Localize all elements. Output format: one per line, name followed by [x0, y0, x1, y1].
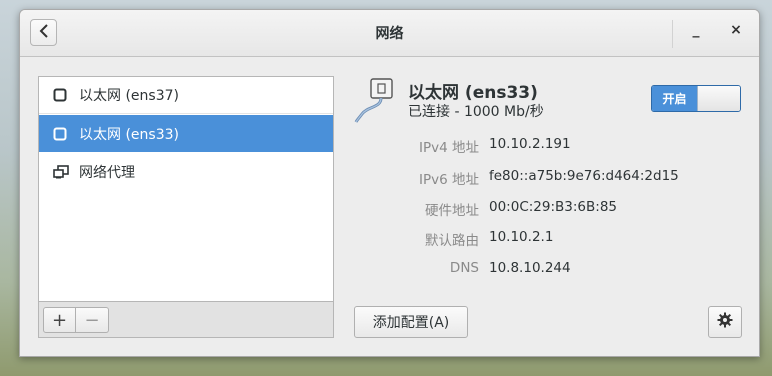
detail-label: IPv6 地址: [419, 172, 479, 188]
toggle-on-label: 开启: [652, 86, 697, 111]
proxy-icon: [53, 164, 69, 179]
list-toolbar: + −: [38, 302, 334, 338]
ethernet-cable-icon: [354, 76, 406, 124]
detail-value: fe80::a75b:9e76:d464:2d15: [489, 168, 679, 184]
close-button[interactable]: ×: [726, 22, 746, 42]
connection-list: 以太网 (ens37) 以太网 (ens33) 网络代理: [38, 76, 334, 302]
detail-label: 硬件地址: [425, 203, 479, 219]
detail-label: DNS: [449, 260, 479, 276]
list-item-label: 以太网 (ens33): [79, 126, 179, 143]
detail-value: 10.10.2.1: [489, 229, 554, 245]
detail-row-ipv4: IPv4 地址 10.10.2.191: [360, 136, 759, 156]
toggle-knob[interactable]: [697, 86, 740, 111]
ethernet-icon: [53, 127, 67, 141]
detail-value: 10.8.10.244: [489, 260, 571, 276]
ethernet-icon: [53, 88, 67, 102]
gear-icon: [717, 312, 733, 333]
list-item-ens37[interactable]: 以太网 (ens37): [39, 77, 333, 114]
titlebar-separator: [672, 20, 673, 48]
device-status: 已连接 - 1000 Mb/秒: [408, 104, 544, 120]
remove-connection-button[interactable]: −: [76, 307, 109, 333]
detail-label: 默认路由: [425, 233, 479, 249]
device-name: 以太网 (ens33): [408, 83, 538, 103]
detail-row-default-route: 默认路由 10.10.2.1: [360, 229, 759, 249]
network-settings-window: 网络 _ × 以太网 (ens37) 以太网 (ens33) 网络代理 + −: [19, 9, 760, 357]
titlebar: 网络 _ ×: [20, 10, 759, 57]
list-item-label: 以太网 (ens37): [79, 88, 179, 104]
list-item-ens33[interactable]: 以太网 (ens33): [39, 115, 333, 152]
detail-value: 00:0C:29:B3:6B:85: [489, 199, 617, 215]
list-item-network-proxy[interactable]: 网络代理: [39, 153, 333, 190]
add-remove-group: + −: [43, 307, 109, 333]
detail-label: IPv4 地址: [419, 140, 479, 156]
minimize-button[interactable]: _: [686, 22, 706, 42]
detail-row-dns: DNS 10.8.10.244: [360, 260, 759, 280]
detail-value: 10.10.2.191: [489, 136, 571, 152]
window-title: 网络: [375, 26, 404, 42]
settings-button[interactable]: [708, 306, 742, 338]
connection-toggle[interactable]: 开启: [651, 85, 741, 112]
detail-row-hardware-address: 硬件地址 00:0C:29:B3:6B:85: [360, 199, 759, 219]
add-connection-button[interactable]: +: [43, 307, 76, 333]
detail-row-ipv6: IPv6 地址 fe80::a75b:9e76:d464:2d15: [360, 168, 759, 188]
list-item-label: 网络代理: [79, 164, 135, 181]
add-profile-button[interactable]: 添加配置(A): [354, 306, 468, 338]
